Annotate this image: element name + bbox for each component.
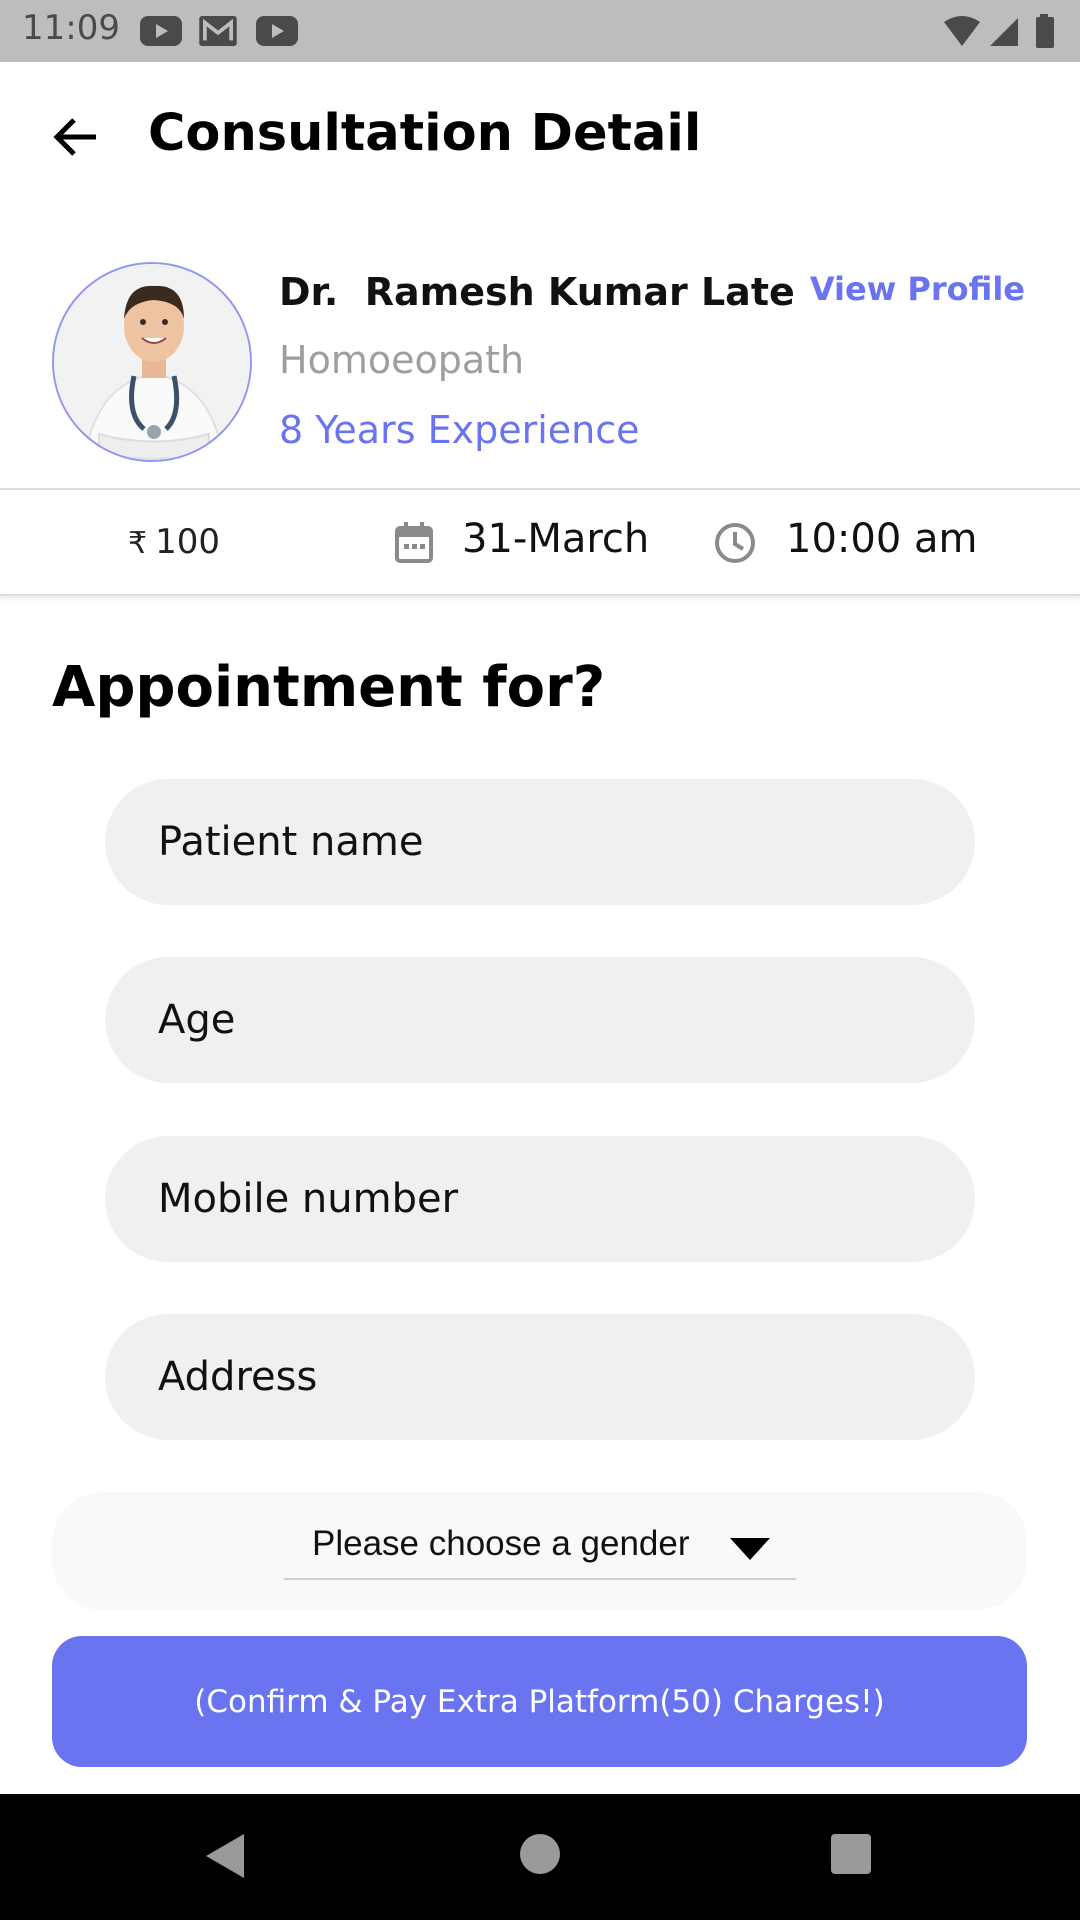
cellular-signal-icon — [990, 18, 1018, 46]
wifi-icon — [944, 16, 980, 46]
gender-container: Please choose a gender — [52, 1492, 1027, 1610]
appointment-heading: Appointment for? — [52, 655, 606, 720]
age-input[interactable] — [105, 957, 975, 1083]
status-bar: 11:09 — [0, 0, 1080, 62]
battery-icon — [1036, 14, 1054, 48]
consultation-fee: ₹100 — [128, 522, 220, 562]
consultation-info-row: ₹100 31-March 10:00 am — [0, 488, 1080, 596]
page-title: Consultation Detail — [148, 104, 702, 163]
status-time: 11:09 — [22, 8, 120, 48]
gender-dropdown[interactable]: Please choose a gender — [284, 1514, 796, 1580]
gmail-icon — [199, 16, 237, 46]
mobile-number-input[interactable] — [105, 1136, 975, 1262]
view-profile-link[interactable]: View Profile — [810, 270, 1025, 308]
doctor-specialty: Homoeopath — [279, 338, 525, 382]
status-right-icons — [944, 14, 1054, 48]
doctor-name: Dr. Ramesh Kumar Late — [279, 270, 795, 314]
nav-home-icon[interactable] — [520, 1834, 560, 1874]
doctor-avatar — [52, 262, 252, 462]
nav-recents-icon[interactable] — [831, 1834, 871, 1874]
address-input[interactable] — [105, 1314, 975, 1440]
gender-placeholder: Please choose a gender — [312, 1524, 690, 1563]
consultation-time: 10:00 am — [786, 516, 978, 562]
calendar-icon — [395, 522, 433, 563]
rupee-icon: ₹ — [128, 526, 148, 561]
patient-name-input[interactable] — [105, 779, 975, 905]
arrow-left-icon — [53, 118, 96, 156]
doctor-experience: 8 Years Experience — [279, 408, 640, 452]
caret-down-icon — [730, 1538, 770, 1560]
system-nav-bar — [0, 1794, 1080, 1920]
clock-icon — [715, 523, 755, 563]
nav-back-icon[interactable] — [206, 1834, 246, 1878]
fee-value: 100 — [155, 522, 220, 562]
doctor-card: Dr. Ramesh Kumar Late Homoeopath 8 Years… — [0, 250, 1080, 488]
youtube-icon — [140, 16, 182, 46]
doctor-photo — [54, 264, 250, 460]
youtube-icon — [256, 16, 298, 46]
consultation-date: 31-March — [462, 516, 650, 562]
back-button[interactable] — [40, 106, 110, 168]
app-bar: Consultation Detail — [0, 62, 1080, 212]
confirm-pay-button[interactable]: (Confirm & Pay Extra Platform(50) Charge… — [52, 1636, 1027, 1767]
